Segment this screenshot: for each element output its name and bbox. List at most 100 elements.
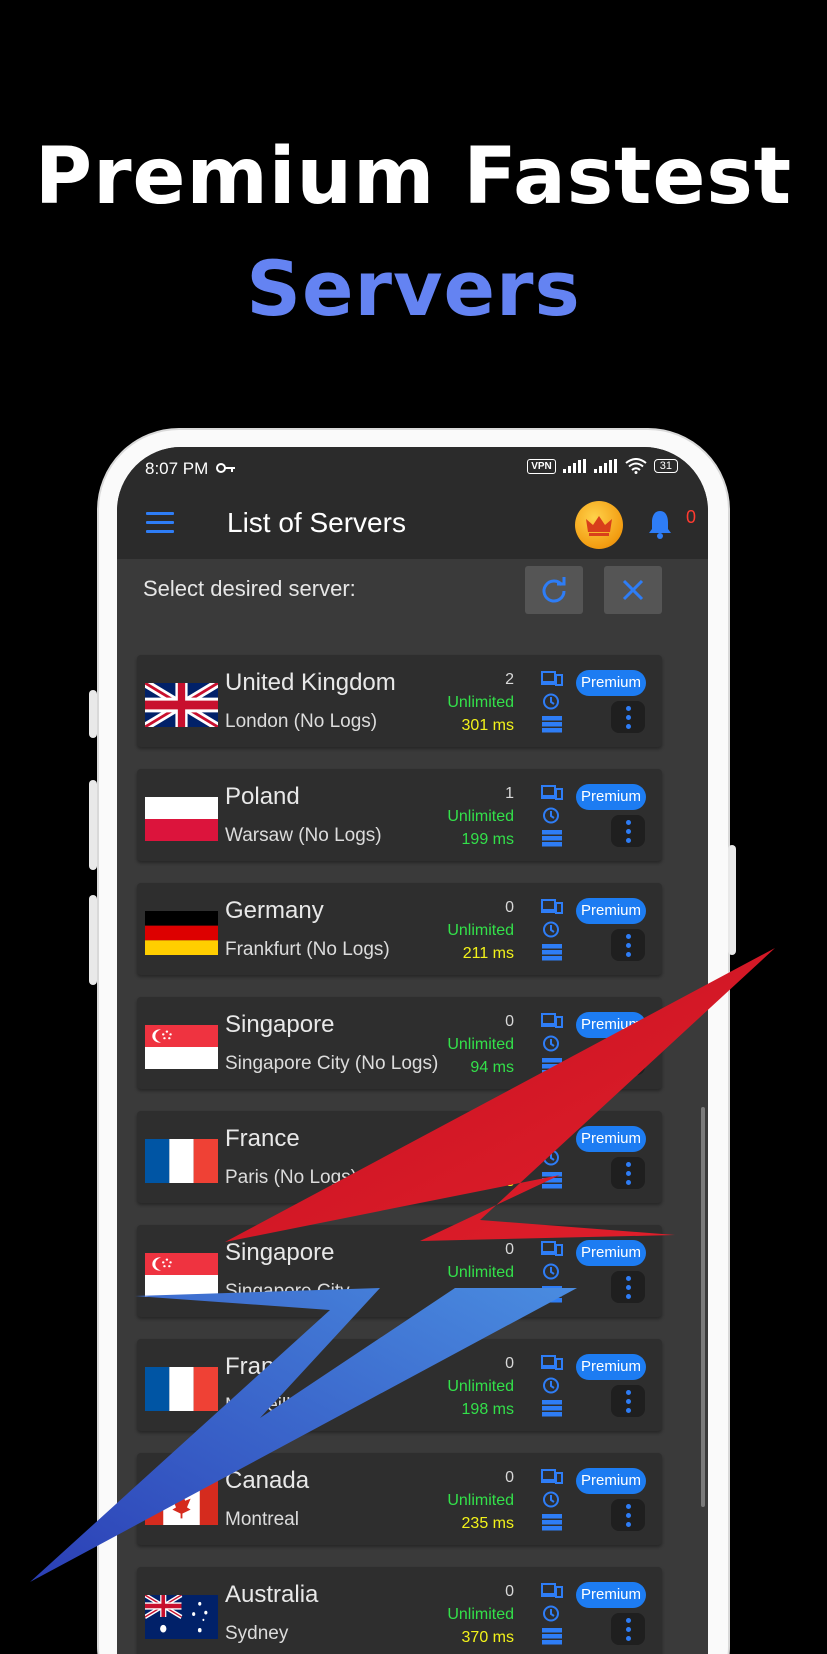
server-user-count: 2 [505, 671, 514, 688]
server-row[interactable]: United Kingdom London (No Logs) 2 Unlimi… [137, 655, 662, 747]
server-row[interactable]: France Paris (No Logs) 0 Unlimited 205 m… [137, 1111, 662, 1203]
close-button[interactable] [604, 566, 662, 614]
server-stack-icon [541, 1514, 563, 1531]
clock-icon [541, 1377, 563, 1394]
server-city: Sydney [225, 1623, 289, 1644]
more-options-button[interactable] [611, 1499, 645, 1531]
server-time-limit: Unlimited [447, 1492, 514, 1509]
server-city: London (No Logs) [225, 711, 378, 732]
server-time-limit: Unlimited [447, 1606, 514, 1623]
server-city: Montreal [225, 1509, 299, 1530]
premium-badge[interactable]: Premium [576, 670, 646, 696]
server-stack-icon [541, 1058, 563, 1075]
premium-badge[interactable]: Premium [576, 898, 646, 924]
clock-icon [541, 1035, 563, 1052]
server-city: Singapore City [225, 1281, 350, 1302]
premium-badge[interactable]: Premium [576, 1468, 646, 1494]
server-row[interactable]: Australia Sydney 0 Unlimited 370 ms Prem… [137, 1567, 662, 1654]
devices-icon [541, 1354, 563, 1371]
status-icons: VPN 31 [527, 458, 678, 474]
server-stack-icon [541, 1172, 563, 1189]
flag-sg-icon [145, 1253, 218, 1297]
server-country: United Kingdom [225, 669, 396, 696]
menu-icon[interactable] [146, 512, 174, 534]
server-ping: 94 ms [470, 1059, 514, 1076]
server-time-limit: Unlimited [447, 1150, 514, 1167]
server-city: Paris (No Logs) [225, 1167, 357, 1188]
signal-icon [562, 459, 586, 473]
server-ping: 205 ms [461, 1173, 514, 1190]
more-options-button[interactable] [611, 1271, 645, 1303]
phone-side-button-right [728, 845, 736, 955]
clock-icon [541, 807, 563, 824]
scrollbar[interactable] [701, 1107, 705, 1507]
refresh-button[interactable] [525, 566, 583, 614]
server-city: Frankfurt (No Logs) [225, 939, 390, 960]
phone-side-button-left-1 [89, 690, 97, 738]
server-ping: 199 ms [461, 831, 514, 848]
server-stack-icon [541, 1400, 563, 1417]
battery-indicator: 31 [653, 459, 678, 473]
clock-icon [541, 1491, 563, 1508]
more-options-button[interactable] [611, 1385, 645, 1417]
more-options-button[interactable] [611, 815, 645, 847]
more-options-button[interactable] [611, 1613, 645, 1645]
server-user-count: 0 [505, 1583, 514, 1600]
devices-icon [541, 1240, 563, 1257]
server-stack-icon [541, 944, 563, 961]
server-user-count: 0 [505, 899, 514, 916]
premium-badge[interactable]: Premium [576, 1126, 646, 1152]
server-user-count: 0 [505, 1355, 514, 1372]
more-options-button[interactable] [611, 701, 645, 733]
server-stack-icon [541, 1286, 563, 1303]
server-time-limit: Unlimited [447, 1264, 514, 1281]
select-server-label: Select desired server: [143, 576, 356, 601]
server-city: Marseille [225, 1395, 302, 1416]
server-country: Germany [225, 897, 324, 924]
close-icon [622, 579, 644, 601]
flag-pl-icon [145, 797, 218, 841]
server-city: Singapore City (No Logs) [225, 1053, 439, 1074]
server-ping: 211 ms [462, 945, 514, 962]
wifi-icon [625, 458, 647, 474]
flag-sg-icon [145, 1025, 218, 1069]
page-title: List of Servers [227, 507, 406, 538]
premium-badge[interactable]: Premium [576, 1240, 646, 1266]
more-options-button[interactable] [611, 929, 645, 961]
more-options-button[interactable] [611, 1043, 645, 1075]
server-stack-icon [541, 1628, 563, 1645]
server-user-count: 0 [505, 1469, 514, 1486]
flag-au-icon [145, 1595, 218, 1639]
devices-icon [541, 1468, 563, 1485]
flag-fr-icon [145, 1139, 218, 1183]
server-country: France [225, 1353, 300, 1380]
premium-badge[interactable]: Premium [576, 1582, 646, 1608]
server-country: Singapore [225, 1239, 335, 1266]
server-row[interactable]: Germany Frankfurt (No Logs) 0 Unlimited … [137, 883, 662, 975]
server-row[interactable]: Poland Warsaw (No Logs) 1 Unlimited 199 … [137, 769, 662, 861]
phone-side-button-left-2 [89, 780, 97, 870]
premium-badge[interactable]: Premium [576, 1354, 646, 1380]
flag-de-icon [145, 911, 218, 955]
headline-line-1: Premium Fastest [34, 132, 793, 222]
devices-icon [541, 1582, 563, 1599]
server-list: United Kingdom London (No Logs) 2 Unlimi… [137, 655, 662, 1654]
server-row[interactable]: Singapore Singapore City (No Logs) 0 Unl… [137, 997, 662, 1089]
server-row[interactable]: France Marseille 0 Unlimited 198 ms Prem… [137, 1339, 662, 1431]
premium-badge[interactable]: Premium [576, 784, 646, 810]
premium-badge[interactable]: Premium [576, 1012, 646, 1038]
phone-side-button-left-3 [89, 895, 97, 985]
headline-line-2: Servers [246, 244, 581, 333]
server-row[interactable]: Canada Montreal 0 Unlimited 235 ms Premi… [137, 1453, 662, 1545]
server-row[interactable]: Singapore Singapore City 0 Unlimited Pre… [137, 1225, 662, 1317]
devices-icon [541, 784, 563, 801]
devices-icon [541, 1012, 563, 1029]
server-country: Canada [225, 1467, 310, 1494]
server-stack-icon [541, 830, 563, 847]
more-options-button[interactable] [611, 1157, 645, 1189]
server-ping: 301 ms [461, 717, 514, 734]
crown-icon[interactable] [575, 501, 623, 549]
server-stack-icon [541, 716, 563, 733]
bell-icon[interactable] [647, 509, 673, 539]
server-city: Warsaw (No Logs) [225, 825, 382, 846]
